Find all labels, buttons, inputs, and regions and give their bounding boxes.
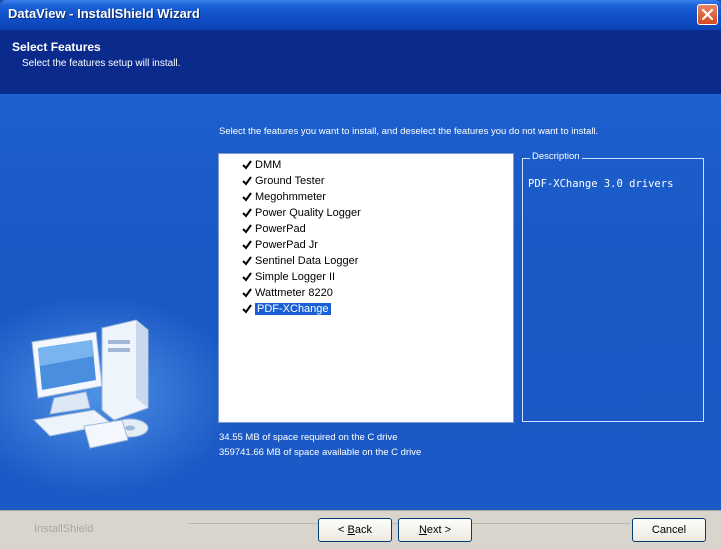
feature-item-powerpad-jr[interactable]: PowerPad Jr: [241, 238, 318, 252]
checkbox-checked-icon[interactable]: [241, 175, 253, 187]
feature-label: PowerPad: [255, 223, 306, 235]
feature-item-ground-tester[interactable]: Ground Tester: [241, 174, 325, 188]
feature-item-dmm[interactable]: DMM: [241, 158, 281, 172]
wizard-header: Select Features Select the features setu…: [0, 30, 721, 94]
footer-divider: [463, 523, 630, 524]
next-label-rest: ext >: [426, 524, 452, 536]
back-label-rest: ack: [354, 524, 372, 536]
checkbox-checked-icon[interactable]: [241, 255, 253, 267]
feature-label: Megohmmeter: [255, 191, 326, 203]
description-label: Description: [530, 151, 582, 162]
checkbox-checked-icon[interactable]: [241, 191, 253, 203]
back-label-prefix: <: [338, 524, 348, 536]
feature-label: Simple Logger II: [255, 271, 336, 283]
feature-item-sentinel-data-logger[interactable]: Sentinel Data Logger: [241, 254, 358, 268]
feature-label: Power Quality Logger: [255, 207, 361, 219]
checkbox-checked-icon[interactable]: [241, 223, 253, 235]
cancel-button[interactable]: Cancel: [632, 518, 706, 542]
feature-item-powerpad[interactable]: PowerPad: [241, 222, 306, 236]
feature-label: PDF-XChange: [255, 303, 331, 315]
next-label-mnemonic: N: [418, 524, 427, 536]
page-subtitle: Select the features setup will install.: [22, 58, 181, 69]
feature-item-power-quality-logger[interactable]: Power Quality Logger: [241, 206, 361, 220]
feature-label: DMM: [255, 159, 282, 171]
next-button[interactable]: Next >: [398, 518, 472, 542]
back-button[interactable]: < Back: [318, 518, 392, 542]
checkbox-checked-icon[interactable]: [241, 159, 253, 171]
feature-label: Wattmeter 8220: [255, 287, 333, 299]
checkbox-checked-icon[interactable]: [241, 287, 253, 299]
feature-label: Sentinel Data Logger: [255, 255, 359, 267]
description-text: PDF-XChange 3.0 drivers: [528, 178, 674, 190]
feature-item-pdf-xchange[interactable]: PDF-XChange: [241, 302, 331, 316]
feature-item-simple-logger-ii[interactable]: Simple Logger II: [241, 270, 335, 284]
feature-item-megohmmeter[interactable]: Megohmmeter: [241, 190, 326, 204]
description-box: [522, 158, 704, 422]
checkbox-checked-icon[interactable]: [241, 207, 253, 219]
computer-illustration-icon: [31, 319, 149, 449]
checkbox-checked-icon[interactable]: [241, 239, 253, 251]
page-title: Select Features: [12, 40, 101, 54]
feature-item-wattmeter-8220[interactable]: Wattmeter 8220: [241, 286, 333, 300]
title-bar: DataView - InstallShield Wizard: [0, 0, 721, 30]
back-label-mnemonic: B: [347, 524, 355, 536]
space-available-text: 359741.66 MB of space available on the C…: [219, 447, 422, 458]
wizard-body: Select the features you want to install,…: [0, 94, 721, 510]
installshield-brand: InstallShield: [34, 523, 94, 535]
close-icon: [701, 8, 714, 21]
space-required-text: 34.55 MB of space required on the C driv…: [219, 432, 398, 443]
instruction-text: Select the features you want to install,…: [219, 126, 599, 137]
feature-tree[interactable]: DMM Ground Tester Megohmmeter Power Qual…: [218, 153, 514, 423]
feature-label: Ground Tester: [255, 175, 325, 187]
checkbox-checked-icon[interactable]: [241, 303, 253, 315]
window-title: DataView - InstallShield Wizard: [8, 6, 200, 21]
close-button[interactable]: [697, 4, 718, 25]
checkbox-checked-icon[interactable]: [241, 271, 253, 283]
feature-label: PowerPad Jr: [255, 239, 318, 251]
wizard-footer: InstallShield < Back Next > Cancel: [0, 510, 721, 549]
